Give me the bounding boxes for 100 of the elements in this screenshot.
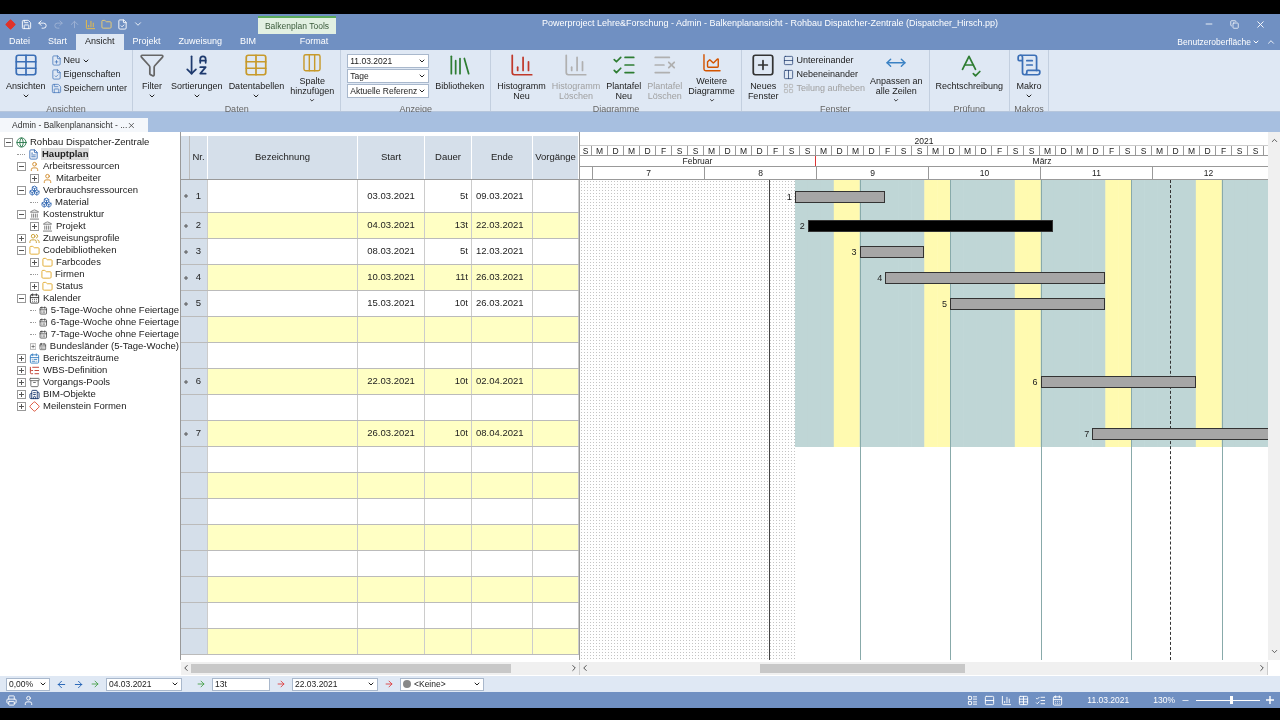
tree-item[interactable]: Vorgangs-Pools xyxy=(42,376,112,388)
restore-icon[interactable] xyxy=(1230,19,1239,29)
tree-item[interactable]: Verbrauchsressourcen xyxy=(42,184,140,196)
collapse-toggle[interactable] xyxy=(17,209,26,219)
tree-item[interactable]: Firmen xyxy=(54,268,86,280)
ribbon-button[interactable]: Makro xyxy=(1013,50,1046,104)
tree-item[interactable]: Mitarbeiter xyxy=(55,172,102,184)
collapse-toggle[interactable] xyxy=(17,161,26,171)
view-icon[interactable] xyxy=(984,694,996,706)
row-marker[interactable] xyxy=(181,343,190,368)
ribbon-small-button[interactable]: Untereinander xyxy=(783,54,865,67)
ribbon-button[interactable]: Weitere Diagramme xyxy=(685,50,738,104)
tree-item[interactable]: Meilenstein Formen xyxy=(42,400,128,412)
ribbon-button[interactable]: Plantafel Neu xyxy=(603,50,645,104)
row-marker[interactable] xyxy=(181,395,190,420)
ribbon-small-button[interactable]: Nebeneinander xyxy=(783,68,865,81)
expand-icon[interactable] xyxy=(183,249,188,254)
chart-icon[interactable] xyxy=(85,18,96,30)
planboard-icon[interactable] xyxy=(1035,694,1047,706)
dropdown-field[interactable]: 11.03.2021 xyxy=(347,54,430,68)
document-tab[interactable]: Admin - Balkenplanansicht - ... xyxy=(0,118,148,132)
ribbon-button[interactable]: Spalte hinzufügen xyxy=(287,50,338,104)
task-bar[interactable] xyxy=(885,272,1106,284)
ribbon-button[interactable]: Datentabellen xyxy=(225,50,288,104)
customize-icon[interactable] xyxy=(133,19,143,29)
task-bar[interactable] xyxy=(1040,376,1196,388)
expand-toggle[interactable] xyxy=(17,401,26,411)
column-header[interactable]: Bezeichnung xyxy=(208,136,358,179)
undo-icon[interactable] xyxy=(37,18,48,30)
tree-item[interactable]: Kostenstruktur xyxy=(42,208,106,220)
duration-field[interactable]: 13t xyxy=(212,677,270,691)
ribbon-button[interactable]: Filter xyxy=(136,50,169,104)
next-icon[interactable] xyxy=(73,678,84,690)
row-marker[interactable] xyxy=(181,291,190,316)
expand-icon[interactable] xyxy=(183,379,188,384)
expand-toggle[interactable] xyxy=(17,377,26,387)
row-marker[interactable] xyxy=(181,421,190,446)
slider-thumb[interactable] xyxy=(1230,696,1234,704)
ribbon-small-button[interactable]: Neu xyxy=(50,54,128,67)
expand-toggle[interactable] xyxy=(30,173,39,183)
tree-item[interactable]: Codebibliotheken xyxy=(42,244,118,256)
ribbon-button[interactable]: Histogramm Neu xyxy=(494,50,549,104)
dropdown-field[interactable]: Tage xyxy=(347,69,430,83)
collapse-toggle[interactable] xyxy=(4,137,13,147)
tree-item[interactable]: 6-Tage-Woche ohne Feiertage xyxy=(49,316,180,328)
ribbon-button[interactable]: Rechtschreibung xyxy=(932,50,1007,104)
scroll-left-icon[interactable] xyxy=(580,663,590,673)
expand-icon[interactable] xyxy=(183,275,188,280)
expand-toggle[interactable] xyxy=(30,341,37,351)
scroll-right-icon[interactable] xyxy=(569,663,579,673)
column-header[interactable]: Nr. xyxy=(190,136,208,179)
row-marker[interactable] xyxy=(181,473,190,498)
dropdown-field[interactable]: Aktuelle Referenz xyxy=(347,84,430,98)
tree-item[interactable]: WBS-Definition xyxy=(42,364,109,376)
collapse-toggle[interactable] xyxy=(17,245,26,255)
tree-item[interactable]: 5-Tage-Woche ohne Feiertage xyxy=(49,304,180,316)
expand-toggle[interactable] xyxy=(30,257,39,267)
row-marker[interactable] xyxy=(181,239,190,264)
scroll-down-icon[interactable] xyxy=(1269,647,1279,656)
column-header[interactable]: Ende xyxy=(472,136,533,179)
tree-item[interactable]: 7-Tage-Woche ohne Feiertage xyxy=(49,328,180,340)
tree-item[interactable]: Berichtszeiträume xyxy=(42,352,121,364)
ribbon-button[interactable]: Ansichten xyxy=(3,50,49,104)
calendar-icon[interactable] xyxy=(1052,694,1064,706)
zoom-in-icon[interactable] xyxy=(1266,696,1274,704)
row-marker[interactable] xyxy=(181,551,190,576)
scroll-right-icon[interactable] xyxy=(1257,663,1267,673)
tree-item[interactable]: Material xyxy=(54,196,90,208)
expand-toggle[interactable] xyxy=(17,389,26,399)
tree-item[interactable]: Farbcodes xyxy=(55,256,102,268)
scroll-left-icon[interactable] xyxy=(181,663,191,673)
tree-item[interactable]: Hauptplan xyxy=(41,148,90,160)
expand-toggle[interactable] xyxy=(30,281,39,291)
expand-icon[interactable] xyxy=(183,194,188,198)
close-icon[interactable] xyxy=(127,120,136,130)
tree-item[interactable]: Bundesländer (5-Tage-Woche) xyxy=(48,340,180,352)
tree-item[interactable]: Zuweisungsprofile xyxy=(42,232,121,244)
column-header[interactable]: Start xyxy=(358,136,425,179)
ribbon-small-button[interactable]: Eigenschaften xyxy=(50,68,128,81)
previous-icon[interactable] xyxy=(56,678,67,690)
scroll-up-icon[interactable] xyxy=(1269,136,1279,145)
collapse-toggle[interactable] xyxy=(17,185,26,195)
ribbon-small-button[interactable]: Speichern unter xyxy=(50,82,128,95)
tree-item[interactable]: BIM-Objekte xyxy=(42,388,97,400)
task-bar[interactable] xyxy=(1092,428,1268,440)
tree-item[interactable]: Projekt xyxy=(55,220,87,232)
row-marker[interactable] xyxy=(181,317,190,342)
row-marker[interactable] xyxy=(181,629,190,654)
row-marker[interactable] xyxy=(181,603,190,628)
expand-icon[interactable] xyxy=(183,301,188,306)
printer-icon[interactable] xyxy=(6,694,17,706)
expand-icon[interactable] xyxy=(183,431,188,436)
checklist-icon[interactable] xyxy=(117,18,128,30)
save-icon[interactable] xyxy=(21,18,32,30)
row-marker[interactable] xyxy=(181,213,190,238)
code-field[interactable]: <Keine> xyxy=(400,677,484,691)
expand-toggle[interactable] xyxy=(30,221,39,231)
row-marker[interactable] xyxy=(181,499,190,524)
close-icon[interactable] xyxy=(1255,18,1266,30)
table-icon[interactable] xyxy=(1018,694,1030,706)
